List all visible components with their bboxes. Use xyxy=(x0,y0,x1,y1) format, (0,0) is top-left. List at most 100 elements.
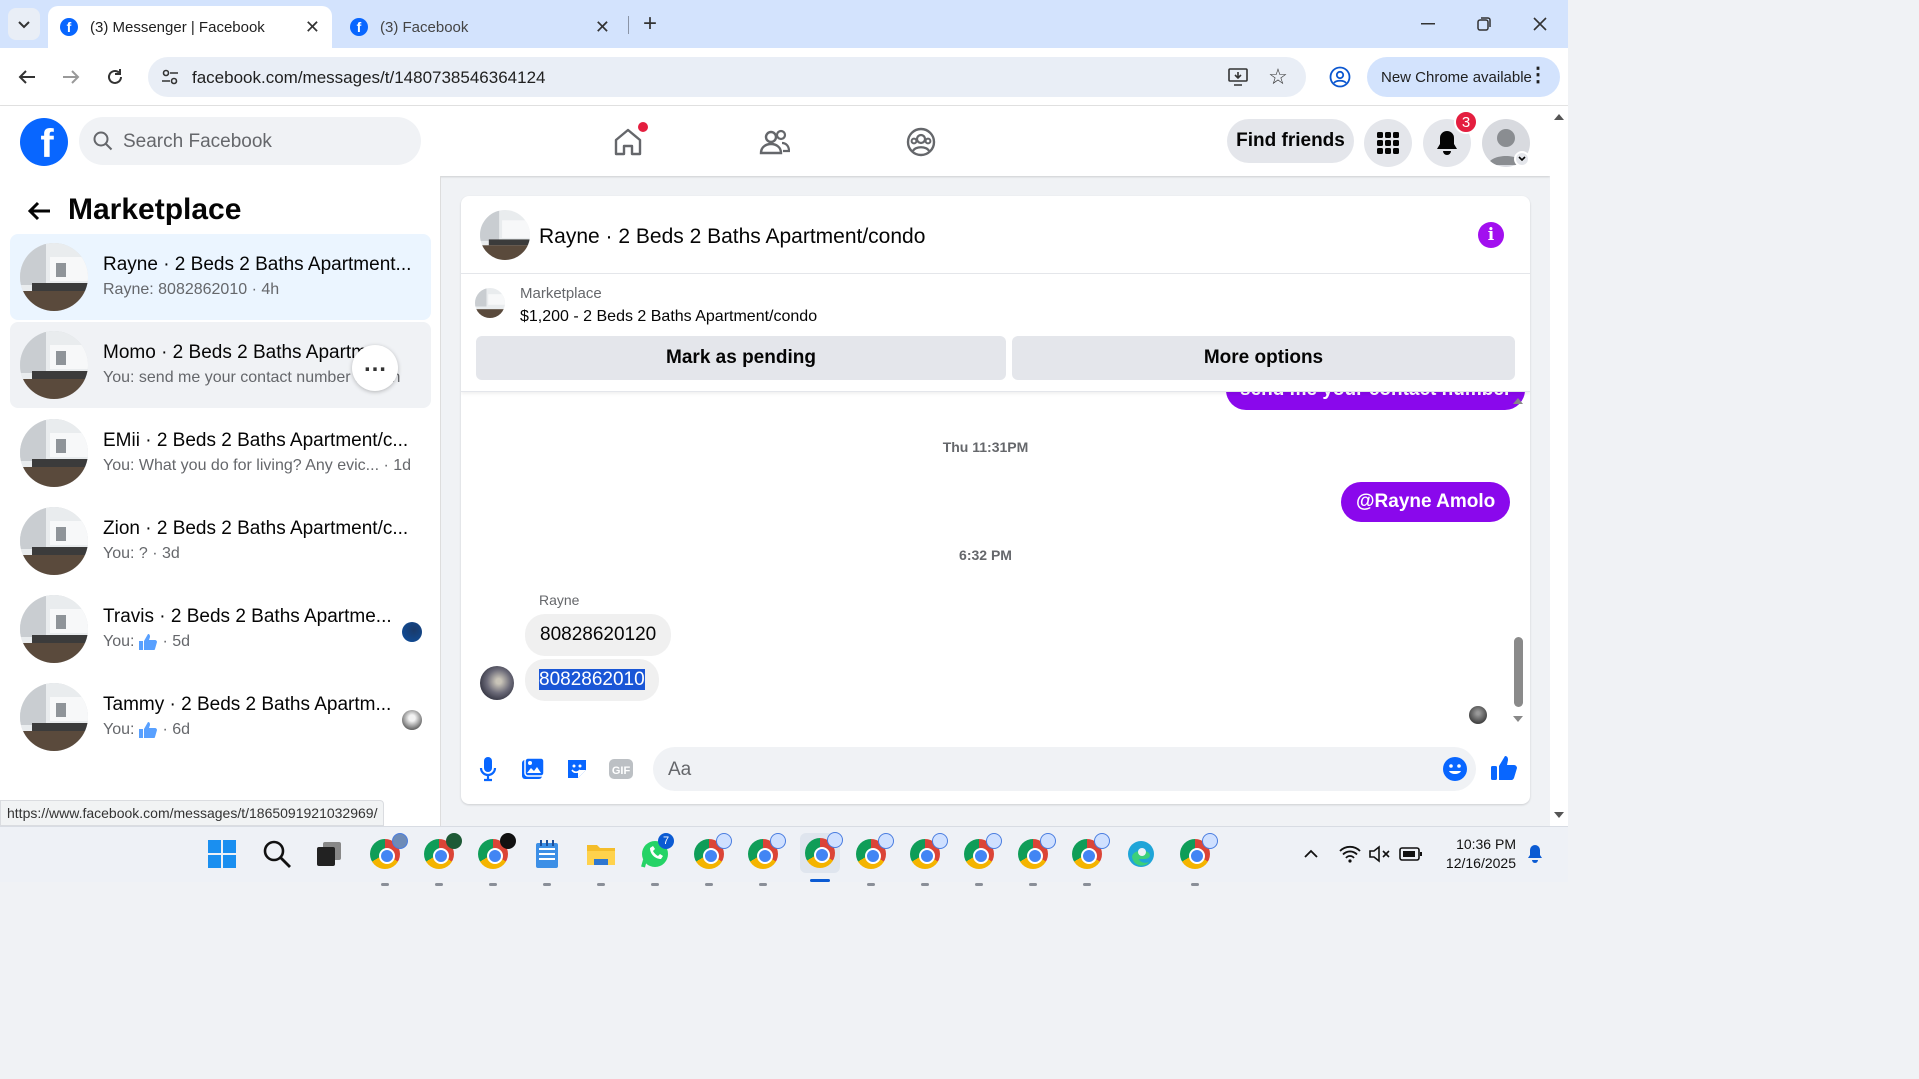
task-view-button[interactable] xyxy=(312,837,346,871)
scroll-down-icon[interactable] xyxy=(1553,810,1565,820)
edge-button[interactable] xyxy=(1124,837,1158,871)
minimize-button[interactable] xyxy=(1414,10,1442,38)
tab-messenger[interactable]: f (3) Messenger | Facebook ✕ xyxy=(48,6,332,48)
gif-button[interactable]: GIF xyxy=(607,754,635,784)
battery-icon[interactable] xyxy=(1398,843,1424,865)
sender-avatar[interactable] xyxy=(480,666,514,700)
attach-photo-button[interactable] xyxy=(519,754,547,784)
bookmark-star-icon[interactable]: ☆ xyxy=(1266,64,1290,89)
account-chevron-icon[interactable] xyxy=(1514,151,1530,167)
sticker-button[interactable] xyxy=(563,754,591,784)
listing-source: Marketplace xyxy=(520,285,602,302)
message-outgoing[interactable]: send me your contact number xyxy=(1226,392,1526,410)
microphone-icon xyxy=(479,757,497,782)
show-hidden-icons-button[interactable] xyxy=(1300,843,1322,865)
conversation-item[interactable]: Rayne · 2 Beds 2 Baths Apartment... Rayn… xyxy=(10,234,431,320)
install-app-icon[interactable] xyxy=(1226,65,1250,89)
nav-home[interactable] xyxy=(606,120,650,164)
start-button[interactable] xyxy=(205,837,239,871)
nav-groups[interactable] xyxy=(899,120,943,164)
kebab-menu-icon[interactable]: ⋮ xyxy=(1528,65,1548,85)
find-friends-button[interactable]: Find friends xyxy=(1227,119,1354,163)
message-scrollbar-up[interactable] xyxy=(1511,394,1525,408)
chrome-profile-3[interactable] xyxy=(476,833,516,886)
conversation-options-button[interactable]: … xyxy=(352,345,398,391)
chrome-profile-1[interactable] xyxy=(368,833,408,886)
restore-button[interactable] xyxy=(1470,10,1498,38)
tab-close-icon[interactable]: ✕ xyxy=(595,17,610,38)
conversation-info-button[interactable]: i xyxy=(1478,222,1504,248)
message-outgoing[interactable]: @Rayne Amolo xyxy=(1341,482,1511,522)
chevron-down-icon xyxy=(1518,156,1526,162)
search-input[interactable]: Search Facebook xyxy=(79,117,421,165)
address-bar[interactable]: facebook.com/messages/t/1480738546364124… xyxy=(148,57,1306,97)
message-area[interactable]: send me your contact number Thu 11:31PM … xyxy=(461,392,1530,737)
message-input[interactable]: Aa xyxy=(653,747,1476,791)
back-arrow-button[interactable] xyxy=(24,196,54,226)
site-info-icon[interactable] xyxy=(158,65,182,89)
back-button[interactable] xyxy=(12,62,42,92)
emoji-button[interactable] xyxy=(1441,755,1469,783)
message-incoming[interactable]: 80828620120 xyxy=(525,614,672,656)
close-window-button[interactable] xyxy=(1526,10,1554,38)
profile-button[interactable] xyxy=(1326,63,1354,91)
search-taskbar-button[interactable] xyxy=(260,837,294,871)
chrome-profile-9[interactable] xyxy=(962,833,1002,886)
chat-title[interactable]: Rayne · 2 Beds 2 Baths Apartment/condo xyxy=(539,225,925,249)
tab-facebook[interactable]: f (3) Facebook ✕ xyxy=(338,6,622,48)
file-explorer-button[interactable] xyxy=(584,837,618,886)
notepad-button[interactable] xyxy=(530,837,564,886)
send-like-button[interactable] xyxy=(1489,752,1519,784)
conversation-item[interactable]: Travis · 2 Beds 2 Baths Apartme... You: … xyxy=(10,586,431,672)
preview-time: · 6d xyxy=(162,721,191,738)
chrome-profile-12[interactable] xyxy=(1178,833,1218,886)
volume-muted-icon[interactable] xyxy=(1368,843,1392,865)
conversation-item[interactable]: Tammy · 2 Beds 2 Baths Apartm... You: · … xyxy=(10,674,431,760)
windows-taskbar: 7 10:36 PM 12/16/2025 xyxy=(0,826,1568,886)
message-incoming[interactable]: 8082862010 xyxy=(525,659,659,701)
conversation-item[interactable]: Zion · 2 Beds 2 Baths Apartment/c... You… xyxy=(10,498,431,584)
sender-name: Rayne xyxy=(539,592,580,608)
message-scrollbar-thumb[interactable] xyxy=(1514,637,1523,707)
chrome-profile-5[interactable] xyxy=(746,833,786,886)
url-text[interactable]: facebook.com/messages/t/1480738546364124 xyxy=(192,68,545,88)
chrome-profile-11[interactable] xyxy=(1070,833,1110,886)
page-title: Marketplace xyxy=(68,193,242,226)
message-scrollbar-down[interactable] xyxy=(1511,712,1525,726)
chrome-profile-7[interactable] xyxy=(854,833,894,886)
more-options-button[interactable]: More options xyxy=(1012,336,1515,380)
notification-center-button[interactable] xyxy=(1524,843,1546,865)
clock[interactable]: 10:36 PM 12/16/2025 xyxy=(1432,835,1516,873)
listing-thumbnail[interactable] xyxy=(475,288,505,318)
forward-button[interactable] xyxy=(56,62,86,92)
chrome-profile-active[interactable] xyxy=(800,832,843,882)
conversation-name: EMii · 2 Beds 2 Baths Apartment/c... xyxy=(103,430,409,451)
new-tab-button[interactable]: + xyxy=(636,10,664,38)
facebook-logo[interactable]: f xyxy=(20,118,68,166)
whatsapp-button[interactable]: 7 xyxy=(638,833,674,886)
wifi-icon[interactable] xyxy=(1338,843,1362,865)
bell-icon xyxy=(1528,845,1542,863)
conversation-item[interactable]: EMii · 2 Beds 2 Baths Apartment/c... You… xyxy=(10,410,431,496)
chat-avatar[interactable] xyxy=(480,210,530,260)
listing-title[interactable]: $1,200 - 2 Beds 2 Baths Apartment/condo xyxy=(520,308,817,326)
new-chrome-available-button[interactable]: New Chrome available ⋮ xyxy=(1367,57,1560,97)
scroll-up-icon[interactable] xyxy=(1553,112,1565,122)
reload-button[interactable] xyxy=(100,62,130,92)
tab-search-dropdown[interactable] xyxy=(8,8,40,40)
chrome-profile-8[interactable] xyxy=(908,833,948,886)
mark-as-pending-button[interactable]: Mark as pending xyxy=(476,336,1006,380)
scroll-down-icon xyxy=(1513,716,1523,722)
chat-window: Rayne · 2 Beds 2 Baths Apartment/condo i… xyxy=(461,196,1530,804)
conversation-name: Travis · 2 Beds 2 Baths Apartme... xyxy=(103,606,392,627)
chrome-profile-10[interactable] xyxy=(1016,833,1056,886)
search-icon xyxy=(263,840,291,868)
tab-strip: f (3) Messenger | Facebook ✕ f (3) Faceb… xyxy=(0,0,1568,48)
tab-close-icon[interactable]: ✕ xyxy=(305,17,320,38)
voice-clip-button[interactable] xyxy=(475,754,501,784)
menu-button[interactable] xyxy=(1364,119,1412,167)
chrome-profile-2[interactable] xyxy=(422,833,462,886)
chrome-profile-4[interactable] xyxy=(692,833,732,886)
page-scrollbar[interactable] xyxy=(1550,106,1568,826)
nav-friends[interactable] xyxy=(752,120,796,164)
